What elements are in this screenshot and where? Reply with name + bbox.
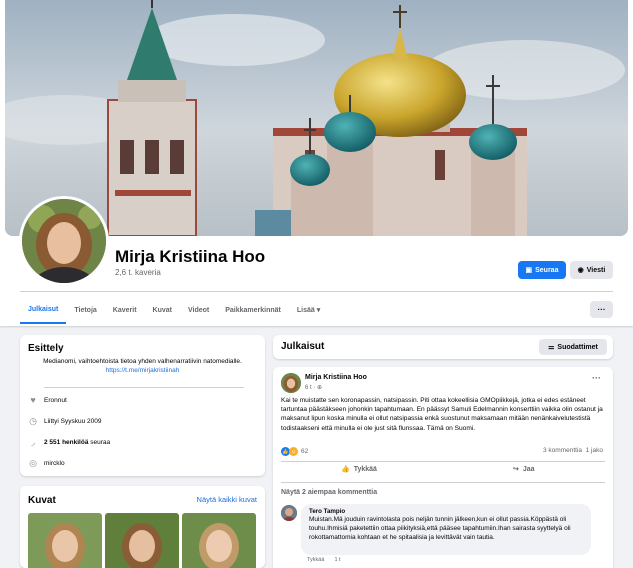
- comment-text: Muistan.Mä jouduin ravintolasta pois nel…: [309, 516, 571, 541]
- shares-count[interactable]: 1 jako: [586, 447, 603, 454]
- bio-link[interactable]: https://t.me/mirjakristiinah: [106, 367, 180, 374]
- tab-posts[interactable]: Julkaisut: [20, 296, 67, 324]
- photo-image: [182, 513, 256, 568]
- comments-count[interactable]: 3 kommenttia: [543, 447, 582, 454]
- reaction-count: 62: [301, 448, 309, 455]
- tab-about[interactable]: Tietoja: [66, 296, 104, 324]
- comment-time[interactable]: 1 t: [334, 557, 340, 563]
- share-button[interactable]: ↪ Jaa: [513, 465, 535, 474]
- tab-photos[interactable]: Kuvat: [145, 296, 180, 324]
- tab-friends[interactable]: Kaverit: [105, 296, 145, 324]
- heart-icon: ♥: [30, 395, 36, 405]
- comment-author[interactable]: Tero Tampio: [309, 508, 583, 515]
- sliders-icon: ⚌: [548, 344, 555, 351]
- more-options-button[interactable]: ···: [590, 301, 613, 318]
- posts-title: Julkaisut: [281, 341, 325, 352]
- photos-title: Kuvat: [28, 495, 56, 506]
- joined-row: ◷ Liittyi Syyskuu 2009: [28, 416, 101, 426]
- actions-divider: [281, 482, 605, 483]
- profile-header: Mirja Kristiina Hoo 2,6 t. kaveria ▣ Seu…: [0, 0, 633, 326]
- reactions-summary[interactable]: 👍 ☺ 62: [281, 447, 308, 456]
- comment-like-button[interactable]: Tykkää: [307, 557, 324, 563]
- instagram-icon: ◎: [29, 457, 37, 468]
- comment-bubble: Tero Tampio Muistan.Mä jouduin ravintola…: [301, 504, 591, 555]
- like-button[interactable]: 👍 Tykkää: [341, 465, 377, 474]
- website-row: ◎ mircklo: [28, 458, 65, 468]
- share-label: Jaa: [522, 465, 535, 473]
- profile-name: Mirja Kristiina Hoo: [115, 247, 266, 266]
- post-stats: 3 kommenttia 1 jako: [543, 447, 603, 454]
- relationship-row: ♥ Eronnut: [28, 395, 67, 405]
- globe-icon: ⊕: [317, 385, 323, 391]
- profile-tabs: Julkaisut Tietoja Kaverit Kuvat Videot P…: [20, 296, 328, 326]
- post-text: Kai te muistatte sen koronapassin, natsi…: [281, 397, 603, 432]
- friends-count[interactable]: 2,6 t. kaveria: [115, 268, 161, 277]
- post-options-icon[interactable]: ···: [592, 373, 601, 383]
- avatar-portrait: [22, 199, 106, 283]
- post-author-name[interactable]: Mirja Kristiina Hoo: [305, 374, 367, 381]
- follow-label: Seuraa: [535, 266, 559, 274]
- like-label: Tykkää: [353, 465, 377, 473]
- follow-button[interactable]: ▣ Seuraa: [518, 261, 566, 279]
- website-link[interactable]: mircklo: [44, 460, 65, 467]
- header-divider: [20, 291, 613, 292]
- tab-more[interactable]: Lisää ▾: [289, 296, 328, 324]
- message-label: Viesti: [586, 266, 606, 274]
- photo-thumbnail[interactable]: [182, 513, 256, 568]
- chevron-down-icon: ▾: [316, 307, 321, 314]
- see-all-photos-link[interactable]: Näytä kaikki kuvat: [197, 495, 257, 504]
- follow-icon: ▣: [525, 267, 533, 274]
- intro-divider: [44, 387, 244, 388]
- commenter-portrait: [281, 505, 297, 521]
- filters-button[interactable]: ⚌ Suodattimet: [539, 339, 607, 355]
- commenter-avatar[interactable]: [281, 505, 297, 521]
- messenger-icon: ◉: [577, 267, 584, 274]
- haha-reaction-icon: ☺: [289, 447, 298, 456]
- share-icon: ↪: [513, 466, 519, 473]
- followers-count[interactable]: 2 551 henkilöä: [44, 439, 88, 446]
- rss-icon: ◞: [31, 436, 35, 447]
- message-button[interactable]: ◉ Viesti: [570, 261, 613, 279]
- comment-footer: Tykkää 1 t: [307, 557, 341, 563]
- cover-photo[interactable]: [5, 0, 628, 236]
- previous-comments-link[interactable]: Näytä 2 aiempaa kommenttia: [281, 489, 377, 496]
- photo-thumbnail[interactable]: [105, 513, 179, 568]
- thumbs-up-icon: 👍: [341, 466, 350, 473]
- followers-suffix: seuraa: [90, 438, 111, 446]
- tab-videos[interactable]: Videot: [180, 296, 217, 324]
- relationship-text: Eronnut: [44, 396, 67, 404]
- author-portrait: [281, 373, 301, 393]
- post-time[interactable]: 6 t ·: [305, 385, 315, 391]
- tab-checkins[interactable]: Paikkamerkinnät: [217, 296, 289, 324]
- cathedral-cover-image: [5, 0, 628, 236]
- followers-row: ◞ 2 551 henkilöä seuraa: [28, 437, 110, 447]
- posts-header-card: Julkaisut ⚌ Suodattimet: [273, 335, 613, 359]
- photos-card: Kuvat Näytä kaikki kuvat: [20, 486, 265, 568]
- filters-label: Suodattimet: [557, 343, 598, 351]
- intro-title: Esittely: [28, 343, 64, 354]
- clock-icon: ◷: [29, 415, 37, 426]
- tab-more-label: Lisää: [296, 306, 315, 314]
- intro-card: Esittely Medianomi, vaihtoehtoista tieto…: [20, 335, 265, 476]
- photo-image: [105, 513, 179, 568]
- post-divider: [281, 461, 605, 462]
- post-meta: 6 t · ⊕: [305, 384, 322, 391]
- intro-bio: Medianomi, vaihtoehtoista tietoa yhden v…: [30, 357, 255, 375]
- photo-image: [28, 513, 102, 568]
- joined-text: Liittyi Syyskuu 2009: [44, 417, 102, 425]
- photo-thumbnail[interactable]: [28, 513, 102, 568]
- post-author-avatar[interactable]: [281, 373, 301, 393]
- post-card: Mirja Kristiina Hoo 6 t · ⊕ ··· Kai te m…: [273, 367, 613, 568]
- bio-text: Medianomi, vaihtoehtoista tietoa yhden v…: [43, 358, 242, 365]
- profile-avatar[interactable]: [19, 196, 109, 286]
